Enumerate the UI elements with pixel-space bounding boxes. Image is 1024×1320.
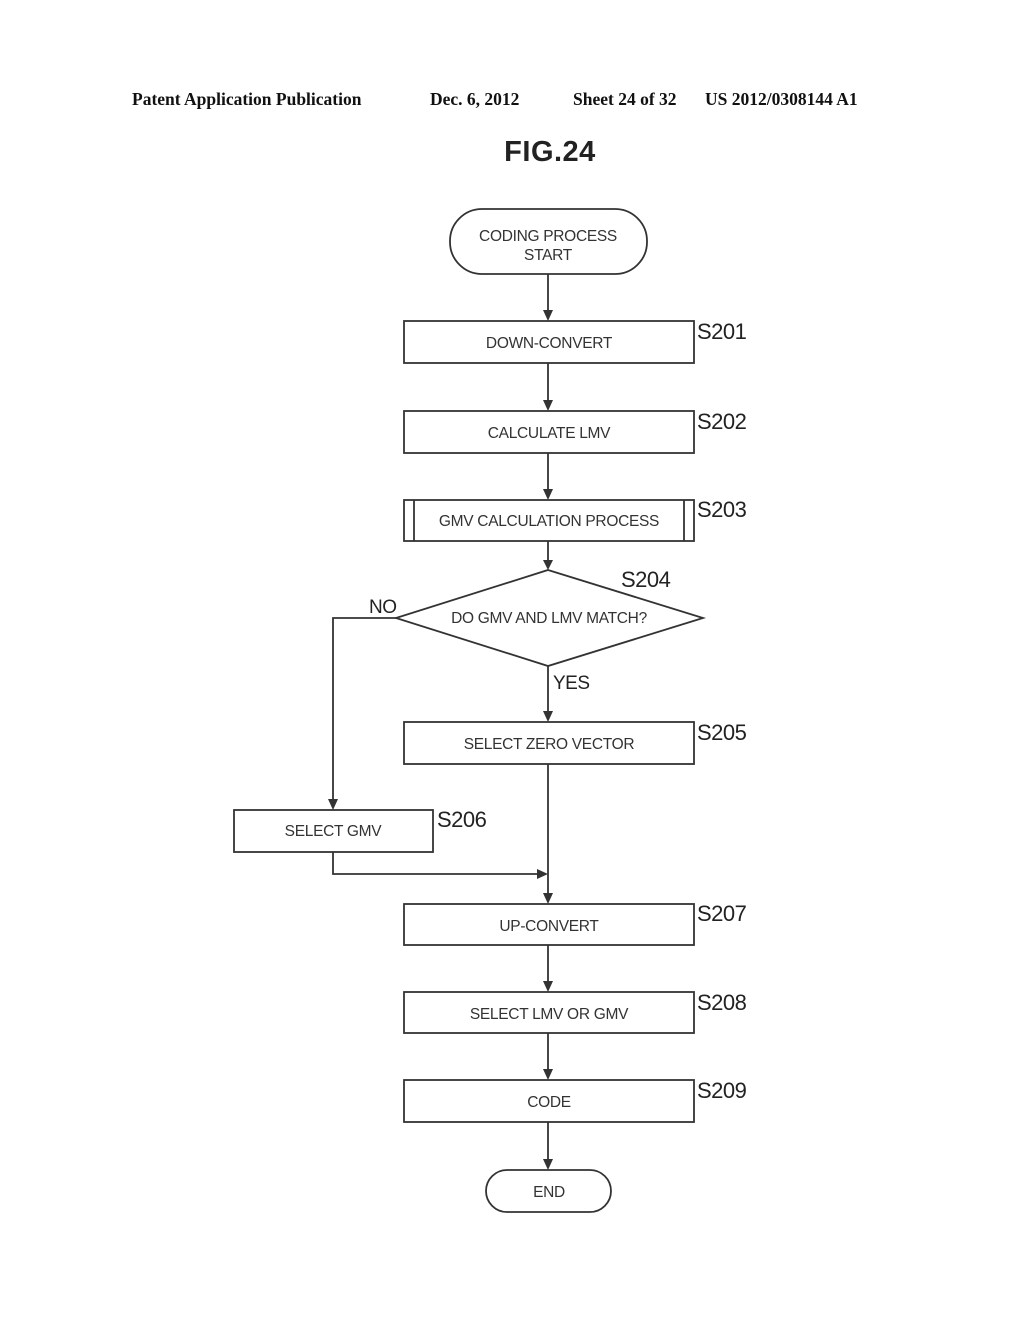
arrowhead	[537, 869, 548, 879]
arrowhead	[543, 1159, 553, 1170]
step-s204-decision: DO GMV AND LMV MATCH? S204 NO YES	[369, 567, 707, 694]
step-label: GMV CALCULATION PROCESS	[439, 513, 659, 530]
arrowhead	[328, 799, 338, 810]
step-id: S202	[697, 409, 747, 434]
step-s208: SELECT LMV OR GMV S208	[403, 990, 747, 1034]
arrowhead	[543, 310, 553, 321]
arrowhead	[543, 489, 553, 500]
step-s205: SELECT ZERO VECTOR S205	[403, 720, 747, 765]
step-s202: CALCULATE LMV S202	[403, 409, 747, 454]
start-terminal: CODING PROCESS START	[449, 208, 648, 275]
step-label: CODE	[527, 1094, 571, 1111]
step-id: S204	[621, 567, 671, 592]
step-id: S206	[437, 807, 487, 832]
branch-no-label: NO	[369, 597, 397, 618]
step-label: UP-CONVERT	[499, 918, 599, 935]
step-id: S207	[697, 901, 747, 926]
decision-label: DO GMV AND LMV MATCH?	[451, 610, 647, 627]
step-s203: GMV CALCULATION PROCESS S203	[403, 497, 747, 542]
step-label: SELECT GMV	[285, 823, 383, 840]
step-id: S205	[697, 720, 747, 745]
step-label: SELECT ZERO VECTOR	[464, 736, 635, 753]
arrowhead	[543, 893, 553, 904]
connector-s206-merge	[332, 852, 543, 875]
branch-yes-label: YES	[553, 673, 590, 694]
start-label-line1: CODING PROCESS	[479, 228, 617, 245]
connector-s204-s206-no	[332, 617, 396, 805]
step-label: SELECT LMV OR GMV	[470, 1006, 629, 1023]
step-label: DOWN-CONVERT	[486, 335, 613, 352]
step-id: S209	[697, 1078, 747, 1103]
step-s201: DOWN-CONVERT S201	[403, 319, 747, 364]
arrowhead	[543, 400, 553, 411]
arrowhead	[543, 560, 553, 570]
start-label-line2: START	[524, 247, 573, 264]
arrowhead	[543, 711, 553, 722]
step-label: CALCULATE LMV	[488, 425, 611, 442]
step-s207: UP-CONVERT S207	[403, 901, 747, 946]
step-id: S201	[697, 319, 747, 344]
arrowhead	[543, 1069, 553, 1080]
step-s206: SELECT GMV S206	[233, 807, 487, 853]
flowchart: CODING PROCESS START DOWN-CONVERT S201 C…	[233, 208, 747, 1213]
arrowhead	[543, 981, 553, 992]
step-id: S208	[697, 990, 747, 1015]
step-id: S203	[697, 497, 747, 522]
step-s209: CODE S209	[403, 1078, 747, 1123]
end-terminal: END	[485, 1169, 612, 1213]
end-label: END	[533, 1184, 565, 1201]
